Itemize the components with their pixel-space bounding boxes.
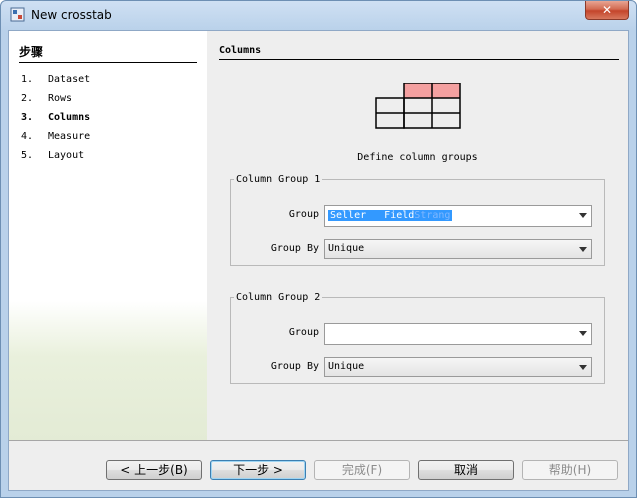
button-bar: < 上一步(B) 下一步 > 完成(F) 取消 帮助(H): [9, 440, 628, 490]
step-dataset: 1. Dataset: [21, 74, 90, 85]
step-label: Columns: [48, 112, 91, 123]
step-label: Rows: [48, 93, 73, 104]
back-button[interactable]: < 上一步(B): [106, 460, 202, 480]
step-label: Measure: [48, 131, 91, 142]
steps-pane: 步骤 1. Dataset 2. Rows 3. Columns 4. Measure …: [9, 31, 207, 440]
close-icon: ✕: [601, 3, 613, 17]
crosstab-app-icon: [10, 7, 25, 22]
group-by-label: Group By: [270, 361, 319, 372]
step-layout: 5. Layout: [21, 150, 84, 161]
steps-title: 步骤: [19, 43, 197, 63]
column-group-1: Column Group 1 Group Seller FieldStrang …: [230, 174, 605, 266]
step-label: Layout: [48, 150, 85, 161]
step-number: 2.: [21, 93, 34, 104]
group-value: Seller FieldStrang: [328, 210, 453, 221]
step-number: 3.: [21, 112, 34, 123]
close-button[interactable]: ✕: [585, 1, 629, 20]
grid-caption: Define column groups: [357, 152, 478, 163]
group-by-value: Unique: [328, 243, 365, 254]
group-label: Group: [288, 209, 319, 220]
help-button: 帮助(H): [522, 460, 618, 480]
step-columns: 3. Columns: [21, 112, 90, 123]
group-by-value: Unique: [328, 361, 365, 372]
group-by-combo[interactable]: Unique: [324, 239, 592, 259]
content-pane: Columns Define column groups Column Grou…: [207, 31, 628, 440]
group-combo[interactable]: [324, 323, 592, 345]
finish-button: 完成(F): [314, 460, 410, 480]
next-button[interactable]: 下一步 >: [210, 460, 306, 480]
step-number: 5.: [21, 150, 34, 161]
group-value-ghost: Strang: [414, 210, 451, 221]
group-combo[interactable]: Seller FieldStrang: [324, 205, 592, 227]
window-title: New crosstab: [31, 8, 112, 22]
page-title: Columns: [219, 45, 619, 60]
group-label: Group: [288, 327, 319, 338]
chevron-down-icon[interactable]: [579, 247, 587, 252]
column-grid-icon: [375, 83, 461, 129]
chevron-down-icon[interactable]: [579, 365, 587, 370]
step-measure: 4. Measure: [21, 131, 90, 142]
chevron-down-icon[interactable]: [579, 331, 587, 336]
group-by-combo[interactable]: Unique: [324, 357, 592, 377]
chevron-down-icon[interactable]: [579, 213, 587, 218]
title-bar[interactable]: New crosstab ✕: [1, 1, 636, 29]
step-rows: 2. Rows: [21, 93, 72, 104]
group-by-label: Group By: [270, 243, 319, 254]
cancel-button[interactable]: 取消: [418, 460, 514, 480]
group-legend: Column Group 2: [236, 292, 321, 303]
decorative-background: [9, 301, 207, 440]
step-label: Dataset: [48, 74, 91, 85]
group-legend: Column Group 1: [236, 174, 321, 185]
dialog-window: New crosstab ✕ 步骤 1. Dataset 2. Rows 3. Col…: [0, 0, 637, 498]
column-group-2: Column Group 2 Group Group By Unique: [230, 292, 605, 384]
step-number: 1.: [21, 74, 34, 85]
group-value-text: Seller Field: [330, 210, 415, 221]
step-number: 4.: [21, 131, 34, 142]
dialog-client: 步骤 1. Dataset 2. Rows 3. Columns 4. Measure …: [8, 30, 629, 491]
